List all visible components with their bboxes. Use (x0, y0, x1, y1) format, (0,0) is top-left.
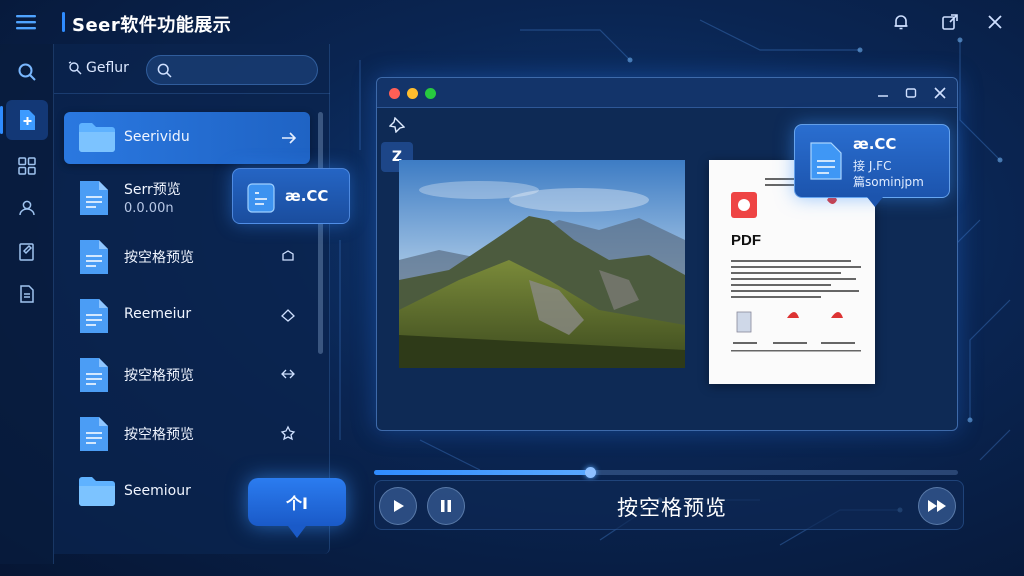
arrow-right-icon[interactable] (278, 128, 298, 148)
hamburger-menu-icon[interactable] (10, 8, 42, 36)
file-name: Reemeiur (124, 306, 192, 322)
document-icon (78, 179, 110, 221)
document-icon (809, 141, 843, 185)
external-window-icon[interactable] (935, 8, 965, 36)
traffic-light-zoom-icon[interactable] (425, 88, 436, 99)
refresh-search-icon (68, 61, 82, 75)
file-row[interactable]: 按空格预览 (64, 407, 310, 459)
document-icon (78, 415, 110, 457)
file-row[interactable]: Reemeiur (64, 289, 310, 341)
search-input[interactable] (177, 60, 309, 82)
bell-icon[interactable] (886, 8, 916, 36)
fast-forward-button[interactable] (918, 487, 956, 525)
folder-icon (78, 474, 116, 512)
rail-search-icon[interactable] (6, 52, 48, 92)
fast-forward-icon (928, 500, 946, 512)
search-icon (157, 63, 172, 78)
play-icon (394, 500, 404, 512)
diamond-icon[interactable] (278, 305, 298, 325)
bubble-label: 个I (286, 494, 308, 513)
file-name: Seerividu (124, 129, 190, 145)
document-icon (247, 183, 275, 217)
file-meta: 0.0.00n (124, 201, 174, 216)
sidebar-scrollbar[interactable] (318, 112, 323, 354)
rail-document-icon[interactable] (6, 274, 48, 314)
icon-rail (0, 44, 54, 564)
box-icon[interactable] (278, 246, 298, 266)
speech-bubble-button[interactable]: 个I (248, 478, 346, 538)
file-name: 按空格预览 (124, 368, 194, 384)
file-row[interactable]: 按空格预览 (64, 348, 310, 400)
folder-icon (78, 120, 116, 158)
info-card-line-2: 篇sominjpm (853, 175, 924, 189)
play-button[interactable] (379, 487, 417, 525)
file-row[interactable]: 按空格预览 (64, 230, 310, 282)
preview-title-bar (377, 78, 957, 108)
app-title: Seer软件功能展示 (72, 15, 232, 36)
pause-button[interactable] (427, 487, 465, 525)
playback-label: 按空格预览 (617, 496, 727, 520)
file-name: Seemiour (124, 483, 191, 499)
rail-add-file-icon[interactable] (0, 100, 48, 140)
file-name: 按空格预览 (124, 427, 194, 443)
floating-tag-label: æ.CC (285, 187, 329, 205)
sidebar-search-box[interactable] (146, 55, 318, 85)
playback-progress-bar[interactable] (374, 467, 958, 478)
traffic-light-minimize-icon[interactable] (407, 88, 418, 99)
title-bar: Seer软件功能展示 (0, 0, 1024, 44)
document-icon (78, 238, 110, 280)
close-icon[interactable] (980, 8, 1010, 36)
rail-user-icon[interactable] (6, 188, 48, 228)
mountain-photo (399, 160, 685, 368)
traffic-light-close-icon[interactable] (389, 88, 400, 99)
progress-knob[interactable] (585, 467, 597, 478)
title-accent-bar (62, 12, 65, 32)
rail-edit-doc-icon[interactable] (6, 232, 48, 272)
swap-arrows-icon[interactable] (278, 364, 298, 384)
document-icon (78, 297, 110, 339)
document-icon (78, 356, 110, 398)
window-minimize-icon[interactable] (873, 84, 893, 102)
progress-fill (374, 470, 591, 475)
star-icon[interactable] (278, 423, 298, 443)
playback-controls: 按空格预览 (374, 480, 964, 530)
pin-tool-icon[interactable] (381, 110, 413, 140)
rail-grid-icon[interactable] (6, 146, 48, 186)
floating-file-tag[interactable]: æ.CC (232, 168, 350, 224)
info-card-title: æ.CC (853, 135, 897, 153)
sidebar-filter-text: Geflur (86, 60, 129, 76)
window-maximize-icon[interactable] (901, 84, 921, 102)
sidebar-header: Geflur (54, 44, 330, 94)
file-name: 按空格预览 (124, 250, 194, 266)
file-info-popup[interactable]: æ.CC 接 J.FC 篇sominjpm (794, 124, 950, 207)
pause-icon (441, 500, 451, 512)
file-name: Serr预览 (124, 182, 181, 198)
info-card-line-1: 接 J.FC (853, 159, 892, 173)
pdf-label: PDF (731, 232, 761, 249)
sidebar-filter-label[interactable]: Geflur (68, 60, 129, 76)
window-close-icon[interactable] (930, 84, 950, 102)
folder-row[interactable]: Seerividu (64, 112, 310, 164)
